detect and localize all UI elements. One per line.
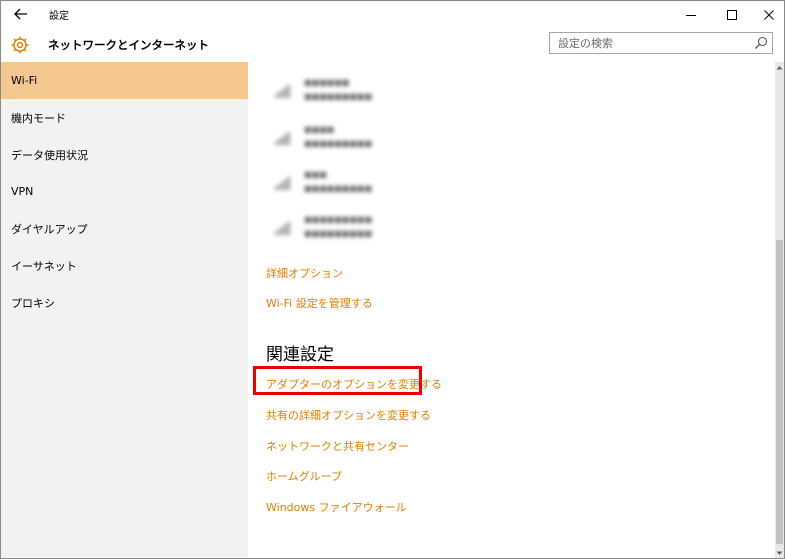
sidebar-item-label: データ使用状況 [11, 148, 88, 162]
sidebar-item-ethernet[interactable]: イーサネット [1, 247, 248, 284]
sidebar-item-vpn[interactable]: VPN [1, 173, 248, 210]
vertical-scrollbar[interactable] [775, 62, 784, 558]
wifi-signal-icon [275, 132, 290, 145]
page-title: ネットワークとインターネット [48, 38, 209, 52]
network-item[interactable]: ■■■ ■■■■■■■■■ [275, 166, 415, 200]
sidebar-item-proxy[interactable]: プロキシ [1, 284, 248, 321]
search-box[interactable] [549, 32, 773, 54]
sidebar-item-airplane-mode[interactable]: 機内モード [1, 99, 248, 136]
scroll-thumb[interactable] [776, 240, 783, 544]
minimize-button[interactable] [673, 1, 709, 28]
sidebar-item-data-usage[interactable]: データ使用状況 [1, 136, 248, 173]
network-name: ■■■■■■ [304, 78, 350, 87]
wifi-signal-icon [275, 222, 290, 235]
windows-firewall-link[interactable]: Windows ファイアウォール [266, 499, 407, 515]
sidebar: Wi-Fi 機内モード データ使用状況 VPN ダイヤルアップ イーサネット プ… [1, 62, 248, 558]
network-status: ■■■■■■■■■ [304, 139, 373, 148]
network-status: ■■■■■■■■■ [304, 184, 373, 193]
sidebar-item-label: 機内モード [11, 111, 66, 125]
related-settings-title: 関連設定 [266, 345, 334, 365]
sidebar-item-label: VPN [11, 185, 34, 198]
wifi-signal-icon [275, 177, 290, 190]
sidebar-item-wifi[interactable]: Wi-Fi [1, 62, 248, 99]
maximize-icon [727, 9, 737, 20]
advanced-sharing-options-link[interactable]: 共有の詳細オプションを変更する [266, 407, 431, 423]
manage-wifi-link[interactable]: Wi-Fi 設定を管理する [266, 295, 373, 311]
gear-icon [11, 36, 29, 54]
sidebar-item-label: イーサネット [11, 259, 77, 273]
network-name: ■■■■■■■■■ [304, 215, 373, 224]
network-status: ■■■■■■■■■ [304, 92, 373, 101]
window-title: 設定 [49, 11, 69, 22]
network-item[interactable]: ■■■■ ■■■■■■■■■ [275, 121, 415, 155]
chevron-down-icon [776, 551, 783, 555]
title-bar: 設定 [1, 1, 784, 28]
scroll-up-button[interactable] [775, 62, 784, 72]
sidebar-item-label: Wi-Fi [11, 74, 38, 87]
main-content: ■■■■■■ ■■■■■■■■■ ■■■■ ■■■■■■■■■ ■■■ ■■■■… [248, 62, 775, 558]
network-name: ■■■ [304, 170, 327, 179]
sidebar-item-label: ダイヤルアップ [11, 222, 88, 236]
change-adapter-options-link[interactable]: アダプターのオプションを変更する [266, 376, 442, 392]
close-button[interactable] [751, 1, 784, 28]
search-icon[interactable] [754, 36, 768, 50]
network-status: ■■■■■■■■■ [304, 229, 373, 238]
network-name: ■■■■ [304, 125, 335, 134]
network-item[interactable]: ■■■■■■■■■ ■■■■■■■■■ [275, 211, 415, 245]
homegroup-link[interactable]: ホームグループ [266, 468, 342, 484]
back-arrow-icon [14, 8, 27, 20]
advanced-options-link[interactable]: 詳細オプション [266, 265, 343, 281]
wifi-signal-icon [275, 85, 290, 98]
chevron-up-icon [776, 65, 783, 69]
maximize-button[interactable] [714, 1, 750, 28]
scroll-down-button[interactable] [775, 548, 784, 558]
network-sharing-center-link[interactable]: ネットワークと共有センター [266, 438, 409, 454]
network-item[interactable]: ■■■■■■ ■■■■■■■■■ [275, 74, 415, 108]
close-icon [764, 9, 774, 20]
settings-window: 設定 ネットワークとインターネット 設定の検索 Wi-Fi 機内モード データ使… [0, 0, 785, 559]
sidebar-item-dial-up[interactable]: ダイヤルアップ [1, 210, 248, 247]
search-input[interactable] [550, 33, 746, 53]
back-button[interactable] [9, 4, 33, 24]
sidebar-item-label: プロキシ [11, 296, 55, 310]
minimize-icon [686, 14, 696, 16]
